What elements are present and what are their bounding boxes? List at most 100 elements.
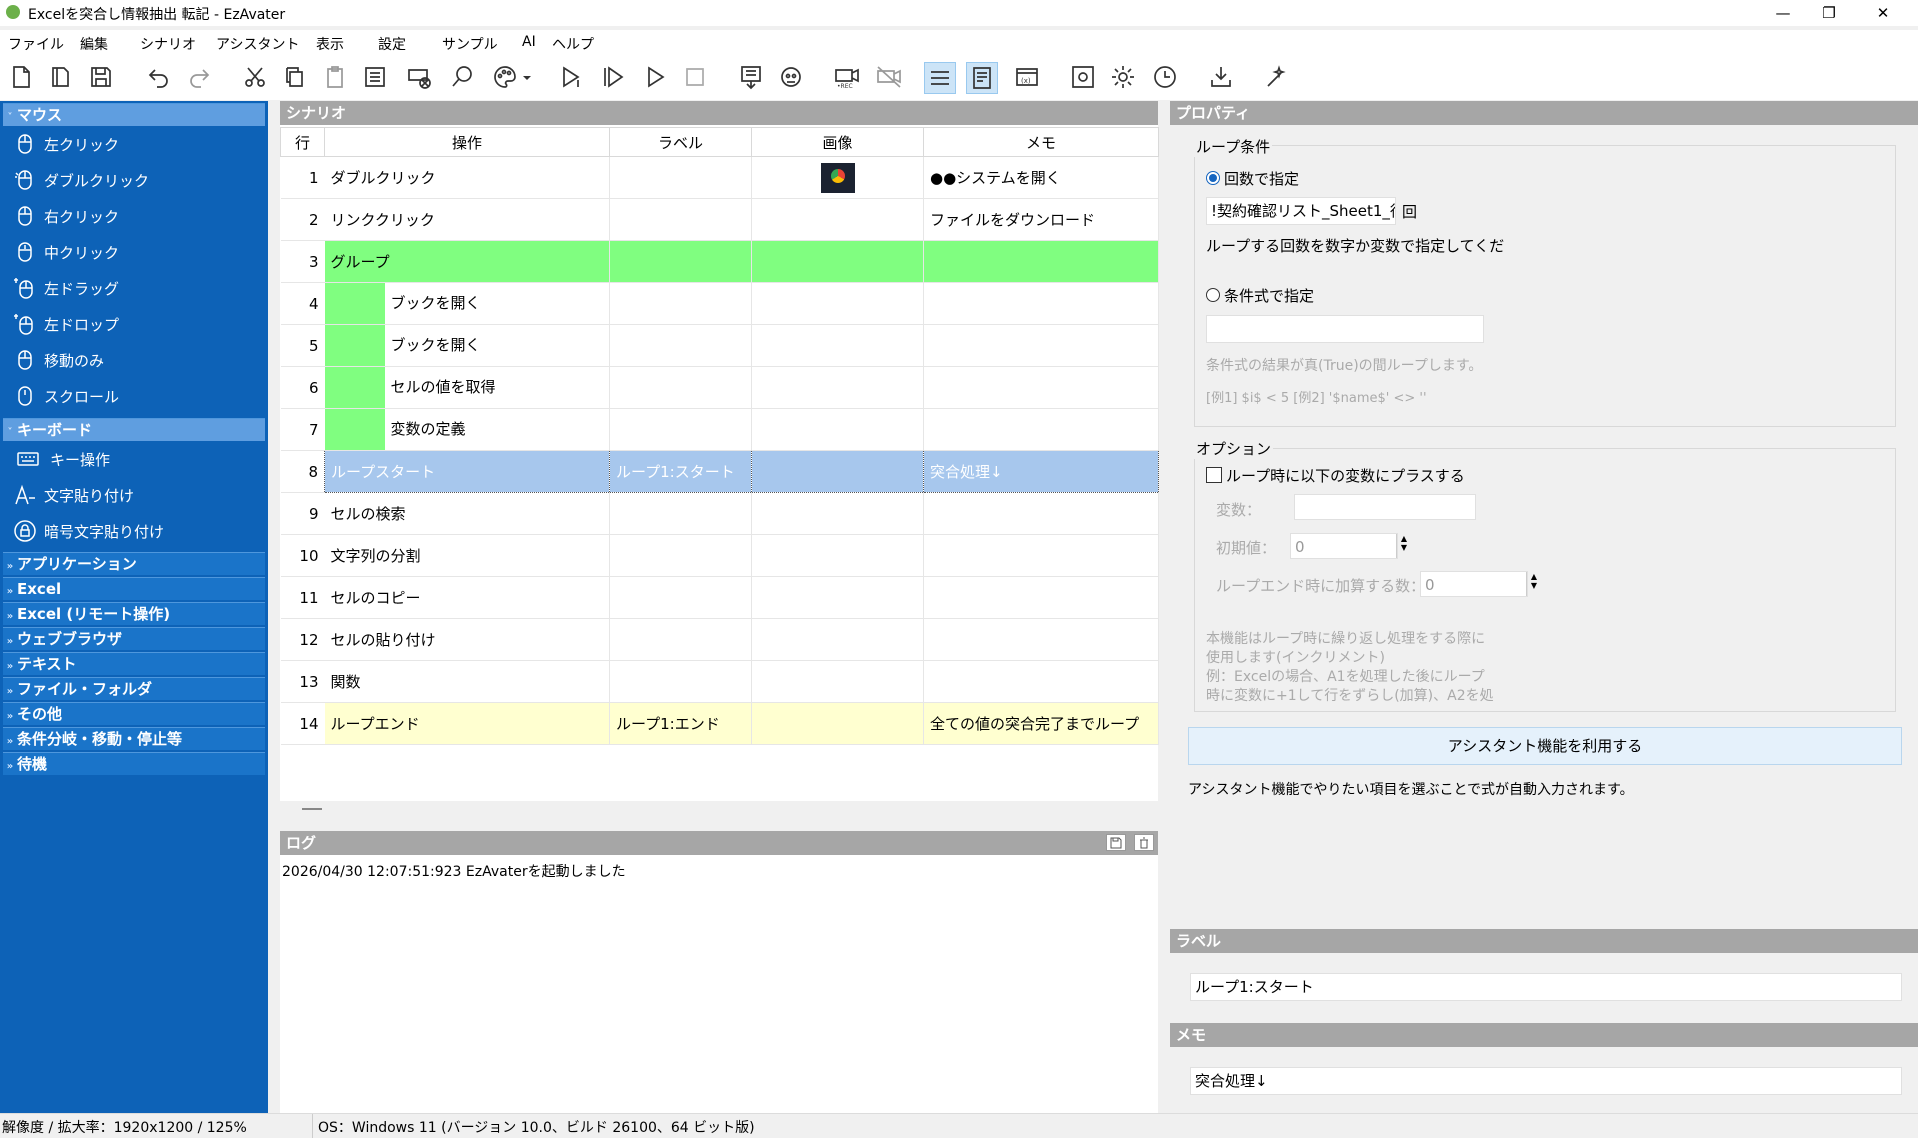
table-row[interactable]: 6 セルの値を取得: [280, 366, 1159, 409]
image-cell[interactable]: [751, 576, 924, 619]
minimize-button[interactable]: —: [1760, 0, 1806, 26]
run-from-icon[interactable]: [598, 62, 628, 92]
list-view-icon[interactable]: [924, 62, 956, 94]
table-row[interactable]: 7 変数の定義: [280, 408, 1159, 451]
menu-ai[interactable]: AI: [522, 34, 536, 50]
memo-cell[interactable]: ●●システムを開く: [923, 156, 1159, 199]
sidebar-item-right-click[interactable]: 右クリック: [14, 201, 119, 231]
memo-cell[interactable]: [923, 660, 1159, 703]
memo-cell[interactable]: [923, 618, 1159, 661]
splitter-handle[interactable]: [302, 808, 322, 810]
palette-icon[interactable]: [490, 62, 520, 92]
schedule-icon[interactable]: [736, 62, 766, 92]
operation-cell[interactable]: セルの貼り付け: [324, 618, 610, 661]
redo-icon[interactable]: [184, 62, 214, 92]
memo-input[interactable]: 突合処理↓: [1190, 1067, 1902, 1095]
label-cell[interactable]: ループ1:エンド: [609, 702, 752, 745]
clear-log-icon[interactable]: [1134, 834, 1154, 851]
by-count-label[interactable]: 回数で指定: [1224, 168, 1299, 189]
robot-icon[interactable]: [776, 62, 806, 92]
record-icon[interactable]: •REC: [832, 62, 862, 92]
sidebar-item-encrypted-paste[interactable]: 暗号文字貼り付け: [14, 516, 164, 546]
radio-by-condition[interactable]: [1206, 288, 1220, 302]
col-header-label[interactable]: ラベル: [609, 127, 752, 157]
table-row[interactable]: 1 ダブルクリック ●●システムを開く: [280, 156, 1159, 199]
initial-value-input[interactable]: 0: [1290, 533, 1398, 559]
menu-view[interactable]: 表示: [316, 34, 344, 54]
col-header-operation[interactable]: 操作: [324, 127, 610, 157]
sidebar-item-scroll[interactable]: スクロール: [14, 381, 119, 411]
image-cell[interactable]: [751, 618, 924, 661]
sidebar-item-left-drag[interactable]: 左ドラッグ: [14, 273, 119, 303]
memo-cell[interactable]: [923, 576, 1159, 619]
label-cell[interactable]: [609, 282, 752, 325]
initial-value-stepper[interactable]: ▲ ▼: [1396, 534, 1411, 558]
stop-icon[interactable]: [680, 62, 710, 92]
category-conditional[interactable]: » 条件分岐・移動・停止等: [3, 727, 265, 750]
operation-cell[interactable]: ブックを開く: [324, 324, 610, 367]
cut-icon[interactable]: [240, 62, 270, 92]
image-cell[interactable]: [751, 240, 924, 283]
record-off-icon[interactable]: [874, 62, 904, 92]
col-header-image[interactable]: 画像: [751, 127, 924, 157]
clock-icon[interactable]: [1150, 62, 1180, 92]
label-cell[interactable]: [609, 618, 752, 661]
gear-icon[interactable]: [1108, 62, 1138, 92]
menu-file[interactable]: ファイル: [8, 34, 64, 54]
table-row[interactable]: 13 関数: [280, 660, 1159, 703]
image-cell[interactable]: [751, 324, 924, 367]
sidebar-item-double-click[interactable]: ダブルクリック: [14, 165, 149, 195]
menu-sample[interactable]: サンプル: [442, 34, 498, 54]
category-wait[interactable]: » 待機: [3, 752, 265, 775]
label-cell[interactable]: [609, 156, 752, 199]
table-row-group[interactable]: 3 グループ: [280, 240, 1159, 283]
table-row[interactable]: 12 セルの貼り付け: [280, 618, 1159, 661]
label-cell[interactable]: [609, 408, 752, 451]
label-cell[interactable]: [609, 366, 752, 409]
assistant-button[interactable]: アシスタント機能を利用する: [1188, 727, 1902, 765]
memo-cell[interactable]: [923, 492, 1159, 535]
memo-cell[interactable]: [923, 366, 1159, 409]
image-cell[interactable]: [751, 492, 924, 535]
image-cell[interactable]: [751, 198, 924, 241]
table-row[interactable]: 9 セルの検索: [280, 492, 1159, 535]
image-cell[interactable]: [751, 366, 924, 409]
save-icon[interactable]: [86, 62, 116, 92]
memo-cell[interactable]: [923, 408, 1159, 451]
variable-input[interactable]: [1294, 494, 1476, 520]
close-button[interactable]: ✕: [1860, 0, 1906, 26]
delete-icon[interactable]: [404, 62, 434, 92]
by-condition-label[interactable]: 条件式で指定: [1224, 285, 1314, 306]
menu-scenario[interactable]: シナリオ: [140, 34, 196, 54]
table-row[interactable]: 4 ブックを開く: [280, 282, 1159, 325]
image-cell[interactable]: [751, 534, 924, 577]
plus-variable-label[interactable]: ループ時に以下の変数にプラスする: [1226, 465, 1465, 486]
label-input[interactable]: ループ1:スタート: [1190, 973, 1902, 1001]
memo-cell[interactable]: 全ての値の突合完了までループ: [923, 702, 1159, 745]
memo-cell[interactable]: ファイルをダウンロード: [923, 198, 1159, 241]
category-excel-remote[interactable]: » Excel (リモート操作): [3, 602, 265, 625]
operation-cell[interactable]: グループ: [324, 240, 610, 283]
table-row[interactable]: 11 セルのコピー: [280, 576, 1159, 619]
search-icon[interactable]: [448, 62, 478, 92]
operation-cell[interactable]: セルのコピー: [324, 576, 610, 619]
undo-icon[interactable]: [144, 62, 174, 92]
operation-cell[interactable]: リンククリック: [324, 198, 610, 241]
sidebar-item-left-click[interactable]: 左クリック: [14, 129, 119, 159]
category-other[interactable]: » その他: [3, 702, 265, 725]
plus-variable-checkbox[interactable]: [1206, 467, 1222, 483]
operation-cell[interactable]: 変数の定義: [324, 408, 610, 451]
category-excel[interactable]: » Excel: [3, 577, 265, 600]
table-row-selected[interactable]: 8 ループスタート ループ1:スタート 突合処理↓: [280, 450, 1159, 493]
label-cell[interactable]: [609, 534, 752, 577]
memo-cell[interactable]: 突合処理↓: [923, 450, 1159, 493]
operation-cell[interactable]: セルの値を取得: [324, 366, 610, 409]
label-cell[interactable]: [609, 492, 752, 535]
memo-cell[interactable]: [923, 282, 1159, 325]
download-icon[interactable]: [1206, 62, 1236, 92]
operation-cell[interactable]: ループエンド: [324, 702, 610, 745]
menu-edit[interactable]: 編集: [80, 34, 108, 54]
add-on-end-input[interactable]: 0: [1420, 571, 1528, 597]
detail-view-icon[interactable]: [966, 62, 998, 94]
operation-cell[interactable]: ブックを開く: [324, 282, 610, 325]
